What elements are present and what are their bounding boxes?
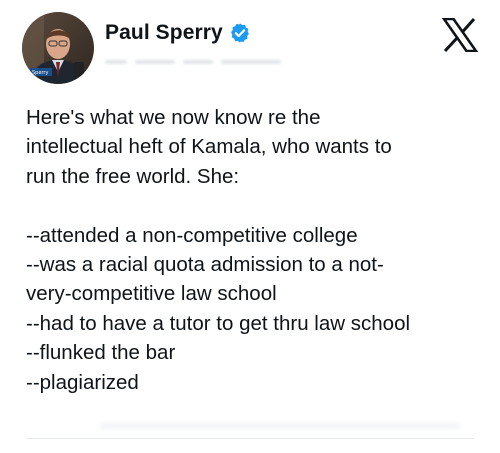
avatar[interactable]: Sperry	[22, 12, 94, 84]
post-card: Sperry Paul Sperry Here's what we now kn…	[0, 0, 500, 453]
post-text: Here's what we now know re the intellect…	[26, 106, 411, 394]
post-header: Sperry Paul Sperry	[22, 12, 345, 86]
divider	[26, 438, 474, 439]
post-footer-faded	[100, 423, 460, 429]
author-identity: Paul Sperry	[105, 12, 345, 72]
author-display-name[interactable]: Paul Sperry	[105, 21, 223, 45]
author-handle-blurred	[105, 52, 345, 72]
verified-badge-icon	[229, 22, 251, 44]
avatar-caption: Sperry	[32, 70, 48, 76]
x-logo-icon[interactable]	[441, 17, 479, 53]
author-name-row: Paul Sperry	[105, 18, 345, 48]
